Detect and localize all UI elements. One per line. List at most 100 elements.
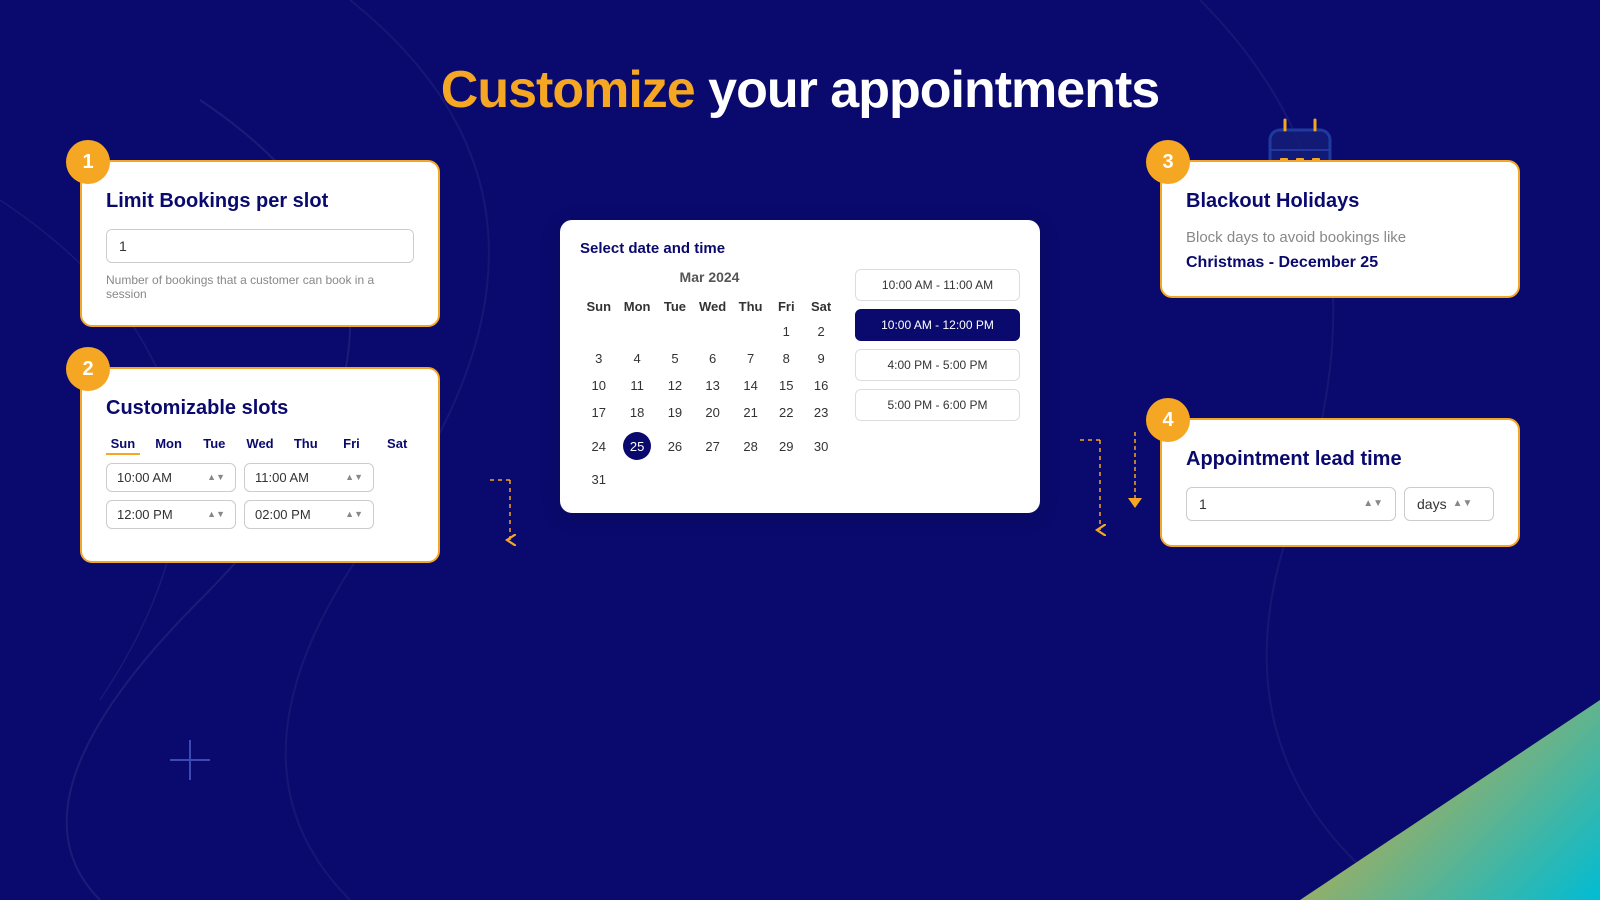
slot-time-4-value: 02:00 PM	[255, 507, 311, 522]
cal-day[interactable]: 22	[769, 399, 803, 426]
cal-day[interactable]: 12	[657, 372, 694, 399]
slot-time-1[interactable]: 10:00 AM ▲▼	[106, 463, 236, 492]
center-column: Select date and time Mar 2024 Sun Mon Tu…	[550, 160, 1050, 563]
cal-day[interactable]: 11	[618, 372, 657, 399]
page-title: Customize your appointments	[0, 0, 1600, 120]
time-slot-4[interactable]: 5:00 PM - 6:00 PM	[855, 389, 1020, 421]
cal-header-tue: Tue	[657, 295, 694, 318]
cal-day-today[interactable]: 25	[618, 426, 657, 466]
slot-arrows-4[interactable]: ▲▼	[345, 510, 363, 519]
bookings-per-slot-input[interactable]	[107, 230, 413, 262]
cal-day[interactable]: 17	[580, 399, 618, 426]
lead-time-input-wrapper[interactable]: 1 ▲▼	[1186, 487, 1396, 521]
card-lead-time: 4 Appointment lead time 1 ▲▼ days ▲▼	[1160, 418, 1520, 547]
right-column: 3 Blackout Holidays Block days to avoid …	[1160, 160, 1520, 563]
slot-time-4[interactable]: 02:00 PM ▲▼	[244, 500, 374, 529]
cal-day[interactable]: 13	[693, 372, 732, 399]
cal-day[interactable]: 30	[803, 426, 839, 466]
cal-day[interactable]: 3	[580, 345, 618, 372]
cal-day[interactable]: 21	[732, 399, 769, 426]
lead-time-value: 1	[1199, 496, 1207, 512]
slot-arrows-2[interactable]: ▲▼	[345, 473, 363, 482]
cal-week-2: 3 4 5 6 7 8 9	[580, 345, 839, 372]
cal-day[interactable]: 27	[693, 426, 732, 466]
cal-day[interactable]: 31	[580, 466, 618, 493]
cal-day[interactable]: 28	[732, 426, 769, 466]
cal-day[interactable]: 29	[769, 426, 803, 466]
calendar-content: Mar 2024 Sun Mon Tue Wed Thu Fri	[580, 269, 1020, 493]
blackout-holiday: Christmas - December 25	[1186, 254, 1494, 272]
booking-hint: Number of bookings that a customer can b…	[106, 273, 414, 301]
lead-time-unit-label: days	[1417, 496, 1447, 512]
cal-day[interactable]: 2	[803, 318, 839, 345]
cal-day[interactable]: 23	[803, 399, 839, 426]
day-mon: Mon	[152, 436, 186, 455]
slot-time-3[interactable]: 12:00 PM ▲▼	[106, 500, 236, 529]
badge-4: 4	[1146, 398, 1190, 442]
cal-day[interactable]: 9	[803, 345, 839, 372]
slots-grid: Sun Mon Tue Wed Thu Fri Sat 10:00 AM ▲▼	[106, 436, 414, 529]
card-limit-bookings: 1 Limit Bookings per slot Number of book…	[80, 160, 440, 327]
cal-header-fri: Fri	[769, 295, 803, 318]
cal-day[interactable]: 19	[657, 399, 694, 426]
card1-title: Limit Bookings per slot	[106, 190, 414, 213]
badge-3: 3	[1146, 140, 1190, 184]
cal-header-sun: Sun	[580, 295, 618, 318]
lead-time-arrows[interactable]: ▲▼	[1363, 499, 1383, 509]
badge-2: 2	[66, 347, 110, 391]
time-slot-2[interactable]: 10:00 AM - 12:00 PM	[855, 309, 1020, 341]
cal-day[interactable]: 6	[693, 345, 732, 372]
cal-week-1: 1 2	[580, 318, 839, 345]
cal-day[interactable]: 15	[769, 372, 803, 399]
day-sat: Sat	[380, 436, 414, 455]
time-slot-3[interactable]: 4:00 PM - 5:00 PM	[855, 349, 1020, 381]
left-column: 1 Limit Bookings per slot Number of book…	[80, 160, 440, 563]
day-fri: Fri	[335, 436, 369, 455]
card4-title: Appointment lead time	[1186, 448, 1494, 471]
time-slots-list: 10:00 AM - 11:00 AM 10:00 AM - 12:00 PM …	[855, 269, 1020, 421]
cal-day[interactable]: 20	[693, 399, 732, 426]
day-tue: Tue	[197, 436, 231, 455]
card-customizable-slots: 2 Customizable slots Sun Mon Tue Wed Thu…	[80, 367, 440, 563]
cal-header-thu: Thu	[732, 295, 769, 318]
cal-day[interactable]: 26	[657, 426, 694, 466]
calendar-grid: Sun Mon Tue Wed Thu Fri Sat	[580, 295, 839, 493]
slots-days-header: Sun Mon Tue Wed Thu Fri Sat	[106, 436, 414, 455]
slot-row-2: 12:00 PM ▲▼ 02:00 PM ▲▼	[106, 500, 414, 529]
slot-row-1: 10:00 AM ▲▼ 11:00 AM ▲▼	[106, 463, 414, 492]
calendar-month: Mar 2024	[580, 269, 839, 285]
slot-arrows-3[interactable]: ▲▼	[207, 510, 225, 519]
card3-title: Blackout Holidays	[1186, 190, 1494, 213]
slot-time-3-value: 12:00 PM	[117, 507, 173, 522]
cal-day[interactable]: 14	[732, 372, 769, 399]
cal-week-4: 17 18 19 20 21 22 23	[580, 399, 839, 426]
time-slot-1[interactable]: 10:00 AM - 11:00 AM	[855, 269, 1020, 301]
blackout-description: Block days to avoid bookings like	[1186, 229, 1494, 246]
calendar-title: Select date and time	[580, 240, 1020, 257]
cal-week-5: 24 25 26 27 28 29 30	[580, 426, 839, 466]
cal-day[interactable]: 1	[769, 318, 803, 345]
lead-time-unit-wrapper[interactable]: days ▲▼	[1404, 487, 1494, 521]
slot-time-2-value: 11:00 AM	[255, 470, 309, 485]
bookings-input-wrapper[interactable]	[106, 229, 414, 263]
cal-day[interactable]: 10	[580, 372, 618, 399]
title-highlight: Customize	[441, 61, 695, 119]
cal-day[interactable]: 7	[732, 345, 769, 372]
cal-header-wed: Wed	[693, 295, 732, 318]
calendar-left: Mar 2024 Sun Mon Tue Wed Thu Fri	[580, 269, 839, 493]
cal-week-3: 10 11 12 13 14 15 16	[580, 372, 839, 399]
cal-day[interactable]: 16	[803, 372, 839, 399]
cal-day[interactable]: 8	[769, 345, 803, 372]
cal-day[interactable]: 24	[580, 426, 618, 466]
cal-day[interactable]: 5	[657, 345, 694, 372]
card-blackout-holidays: 3 Blackout Holidays Block days to avoid …	[1160, 160, 1520, 298]
slot-time-2[interactable]: 11:00 AM ▲▼	[244, 463, 374, 492]
cal-header-mon: Mon	[618, 295, 657, 318]
unit-arrows[interactable]: ▲▼	[1453, 499, 1473, 509]
cal-header-sat: Sat	[803, 295, 839, 318]
calendar-card: Select date and time Mar 2024 Sun Mon Tu…	[560, 220, 1040, 513]
slot-arrows-1[interactable]: ▲▼	[207, 473, 225, 482]
day-sun: Sun	[106, 436, 140, 455]
cal-day[interactable]: 4	[618, 345, 657, 372]
cal-day[interactable]: 18	[618, 399, 657, 426]
